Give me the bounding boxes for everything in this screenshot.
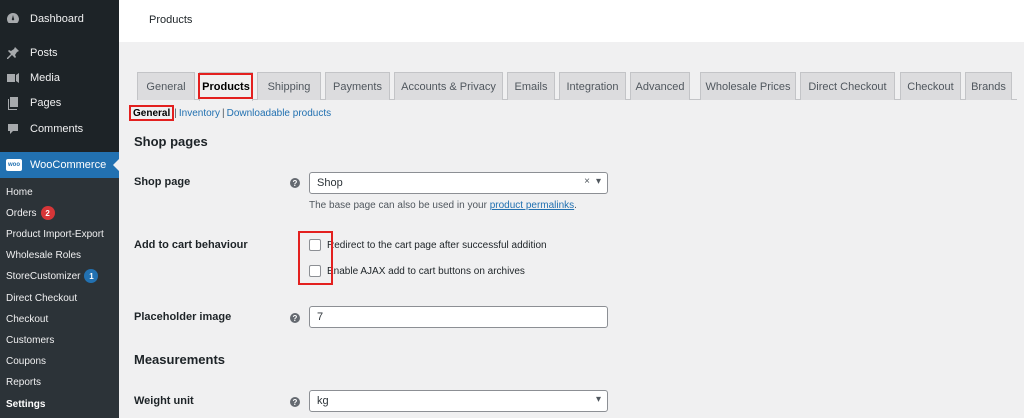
woocommerce-submenu: Home Orders 2 Product Import-Export Whol… bbox=[0, 178, 119, 418]
submenu-item-settings[interactable]: Settings bbox=[6, 395, 45, 413]
sidebar-item-label: Posts bbox=[30, 47, 58, 59]
subnav-link-inventory[interactable]: Inventory bbox=[179, 108, 220, 119]
submenu-item-checkout[interactable]: Checkout bbox=[6, 310, 48, 328]
submenu-item-reports[interactable]: Reports bbox=[6, 373, 41, 391]
chevron-down-icon: ▾ bbox=[595, 176, 601, 187]
product-permalinks-link[interactable]: product permalinks bbox=[490, 200, 574, 211]
settings-tabs: General Products Shipping Payments Accou… bbox=[137, 72, 1017, 101]
page-title: Products bbox=[149, 14, 193, 26]
ajax-add-to-cart-checkbox[interactable] bbox=[309, 265, 321, 277]
pin-icon bbox=[6, 46, 20, 60]
submenu-item-orders[interactable]: Orders 2 bbox=[6, 204, 55, 222]
submenu-label: Settings bbox=[6, 398, 46, 410]
shop-pages-heading: Shop pages bbox=[134, 134, 208, 149]
subnav-link-downloadable-products[interactable]: Downloadable products bbox=[227, 108, 332, 119]
add-to-cart-behaviour-label: Add to cart behaviour bbox=[134, 239, 248, 251]
sidebar-item-label: Dashboard bbox=[30, 13, 84, 25]
weight-unit-value: kg bbox=[317, 395, 329, 407]
tab-brands[interactable]: Brands bbox=[965, 72, 1012, 100]
shop-page-value: Shop bbox=[317, 177, 343, 189]
sidebar-item-dashboard[interactable]: Dashboard bbox=[0, 7, 119, 31]
submenu-item-wholesale-roles[interactable]: Wholesale Roles bbox=[6, 246, 81, 264]
placeholder-image-label: Placeholder image bbox=[134, 311, 232, 323]
sidebar-item-label: Comments bbox=[30, 123, 84, 135]
sidebar-item-label: WooCommerce bbox=[30, 159, 107, 171]
submenu-label: Customers bbox=[6, 334, 55, 346]
tab-general[interactable]: General bbox=[137, 72, 195, 100]
tab-emails[interactable]: Emails bbox=[507, 72, 555, 100]
comments-icon bbox=[6, 122, 20, 136]
tab-advanced[interactable]: Advanced bbox=[630, 72, 690, 100]
submenu-label: Coupons bbox=[6, 355, 47, 367]
submenu-item-product-import-export[interactable]: Product Import-Export bbox=[6, 225, 104, 243]
chevron-down-icon: ▾ bbox=[595, 394, 601, 405]
redirect-to-cart-label: Redirect to the cart page after successf… bbox=[327, 239, 547, 251]
ajax-add-to-cart-label: Enable AJAX add to cart buttons on archi… bbox=[327, 265, 525, 277]
admin-sidebar: Dashboard Posts Media Pages Comments woo… bbox=[0, 0, 119, 418]
dashboard-icon bbox=[6, 12, 20, 26]
section-subnav: General | Inventory | Downloadable produ… bbox=[131, 105, 331, 121]
sidebar-item-pages[interactable]: Pages bbox=[0, 91, 119, 115]
submenu-label: Reports bbox=[6, 376, 42, 388]
submenu-item-home[interactable]: Home bbox=[6, 183, 33, 201]
submenu-label: StoreCustomizer bbox=[6, 270, 81, 282]
description-suffix: . bbox=[574, 200, 577, 211]
tab-payments[interactable]: Payments bbox=[325, 72, 390, 100]
page-header: Products bbox=[119, 0, 1024, 42]
sidebar-item-media[interactable]: Media bbox=[0, 66, 119, 90]
weight-unit-select[interactable]: kg ▾ bbox=[309, 390, 608, 412]
submenu-item-storecustomizer[interactable]: StoreCustomizer 1 bbox=[6, 267, 99, 285]
help-icon[interactable]: ? bbox=[290, 178, 300, 188]
sidebar-item-posts[interactable]: Posts bbox=[0, 41, 119, 65]
submenu-item-direct-checkout[interactable]: Direct Checkout bbox=[6, 289, 77, 307]
media-icon bbox=[6, 71, 20, 85]
submenu-label: Wholesale Roles bbox=[6, 249, 82, 261]
tab-integration[interactable]: Integration bbox=[559, 72, 626, 100]
tab-accounts-privacy[interactable]: Accounts & Privacy bbox=[394, 72, 503, 100]
weight-unit-label: Weight unit bbox=[134, 395, 194, 407]
description-text: The base page can also be used in your bbox=[309, 200, 490, 211]
redirect-to-cart-checkbox[interactable] bbox=[309, 239, 321, 251]
submenu-label: Orders bbox=[6, 207, 37, 219]
submenu-item-customers[interactable]: Customers bbox=[6, 331, 54, 349]
shop-page-label: Shop page bbox=[134, 176, 191, 188]
measurements-heading: Measurements bbox=[134, 352, 226, 367]
shop-page-description: The base page can also be used in your p… bbox=[309, 200, 577, 211]
tab-direct-checkout[interactable]: Direct Checkout bbox=[800, 72, 895, 100]
subnav-separator: | bbox=[174, 107, 177, 119]
tab-shipping[interactable]: Shipping bbox=[257, 72, 321, 100]
submenu-label: Direct Checkout bbox=[6, 292, 78, 304]
sidebar-item-label: Media bbox=[30, 72, 60, 84]
help-icon[interactable]: ? bbox=[290, 313, 300, 323]
subnav-separator: | bbox=[222, 107, 225, 119]
submenu-label: Checkout bbox=[6, 313, 49, 325]
woocommerce-logo-icon: woo bbox=[6, 159, 22, 171]
tab-products[interactable]: Products bbox=[199, 72, 253, 101]
pages-icon bbox=[6, 96, 20, 110]
submenu-label: Product Import-Export bbox=[6, 228, 104, 240]
sidebar-item-comments[interactable]: Comments bbox=[0, 117, 119, 141]
sidebar-item-woocommerce[interactable]: woo WooCommerce bbox=[0, 152, 119, 178]
submenu-item-coupons[interactable]: Coupons bbox=[6, 352, 46, 370]
storecustomizer-count-badge: 1 bbox=[84, 269, 99, 283]
tab-checkout[interactable]: Checkout bbox=[900, 72, 961, 100]
orders-count-badge: 2 bbox=[40, 206, 55, 220]
sidebar-item-label: Pages bbox=[30, 97, 62, 109]
subnav-current-general: General bbox=[133, 107, 171, 119]
placeholder-image-input[interactable] bbox=[309, 306, 608, 328]
clear-selection-icon[interactable]: × bbox=[584, 176, 590, 187]
tab-wholesale-prices[interactable]: Wholesale Prices bbox=[700, 72, 796, 100]
redirect-to-cart-option[interactable]: Redirect to the cart page after successf… bbox=[309, 239, 547, 251]
submenu-label: Home bbox=[6, 186, 33, 198]
help-icon[interactable]: ? bbox=[290, 397, 300, 407]
ajax-add-to-cart-option[interactable]: Enable AJAX add to cart buttons on archi… bbox=[309, 265, 525, 277]
shop-page-select[interactable]: Shop × ▾ bbox=[309, 172, 608, 194]
